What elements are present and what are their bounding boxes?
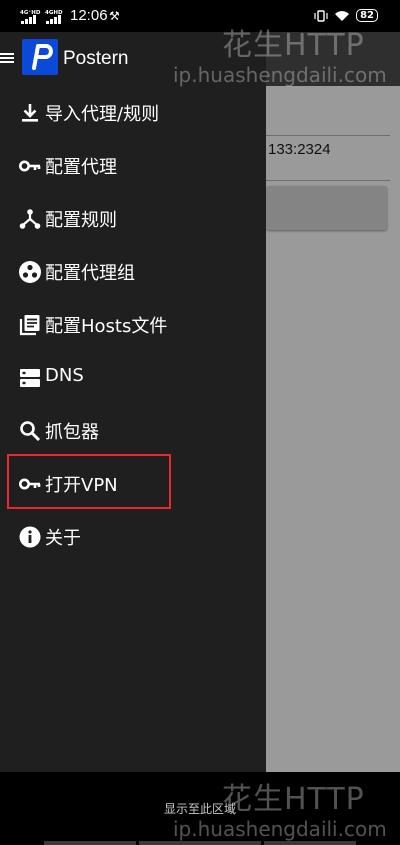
menu-item-label: DNS xyxy=(45,365,84,386)
app-title: Postern xyxy=(63,48,129,69)
app-logo xyxy=(22,39,58,75)
menu-item-config-proxy[interactable]: 配置代理 xyxy=(0,141,266,191)
divider xyxy=(266,180,390,181)
menu-item-label: 关于 xyxy=(45,528,81,549)
watermark-url: ip.huashengdaili.com xyxy=(173,63,387,87)
menu-item-label: 配置代理组 xyxy=(45,263,135,284)
nav-tab[interactable] xyxy=(139,841,261,845)
menu-item-packet-capture[interactable]: 抓包器 xyxy=(0,406,266,456)
file-list-icon xyxy=(19,315,40,336)
highlight-box xyxy=(7,454,171,509)
hamburger-menu-icon[interactable] xyxy=(0,51,14,65)
menu-item-label: 配置Hosts文件 xyxy=(45,316,168,337)
nav-tab[interactable] xyxy=(264,841,356,845)
connect-button-dimmed xyxy=(266,186,387,230)
menu-item-config-hosts[interactable]: 配置Hosts文件 xyxy=(0,300,266,350)
navigation-drawer: Postern 导入代理/规则 配置代理 配置规则 配置代理组 配置Hosts文… xyxy=(0,32,266,772)
clock: 12:06 xyxy=(70,7,108,24)
key-icon xyxy=(19,160,41,172)
menu-item-about[interactable]: 关于 xyxy=(0,512,266,562)
menu-item-label: 配置规则 xyxy=(45,210,117,231)
download-icon xyxy=(22,104,38,122)
nav-tab[interactable] xyxy=(44,841,136,845)
watermark-brand: 花生HTTP xyxy=(222,782,365,817)
group-icon xyxy=(19,261,41,283)
dns-server-icon xyxy=(20,369,40,387)
search-icon xyxy=(20,421,41,442)
menu-item-import[interactable]: 导入代理/规则 xyxy=(0,88,266,138)
menu-item-dns[interactable]: DNS xyxy=(0,353,266,403)
watermark-url: ip.huashengdaili.com xyxy=(173,817,387,841)
menu-item-config-proxy-group[interactable]: 配置代理组 xyxy=(0,247,266,297)
proxy-address-fragment: 133:2324 xyxy=(268,141,331,158)
menu-item-label: 配置代理 xyxy=(45,157,117,178)
menu-item-config-rules[interactable]: 配置规则 xyxy=(0,194,266,244)
watermark-brand: 花生HTTP xyxy=(222,28,365,63)
menu-item-label: 抓包器 xyxy=(45,422,99,443)
divider xyxy=(266,135,390,136)
menu-item-label: 导入代理/规则 xyxy=(45,104,160,125)
tools-icon: ⚒ xyxy=(109,9,120,23)
info-icon xyxy=(19,526,41,548)
tree-icon xyxy=(19,209,41,229)
